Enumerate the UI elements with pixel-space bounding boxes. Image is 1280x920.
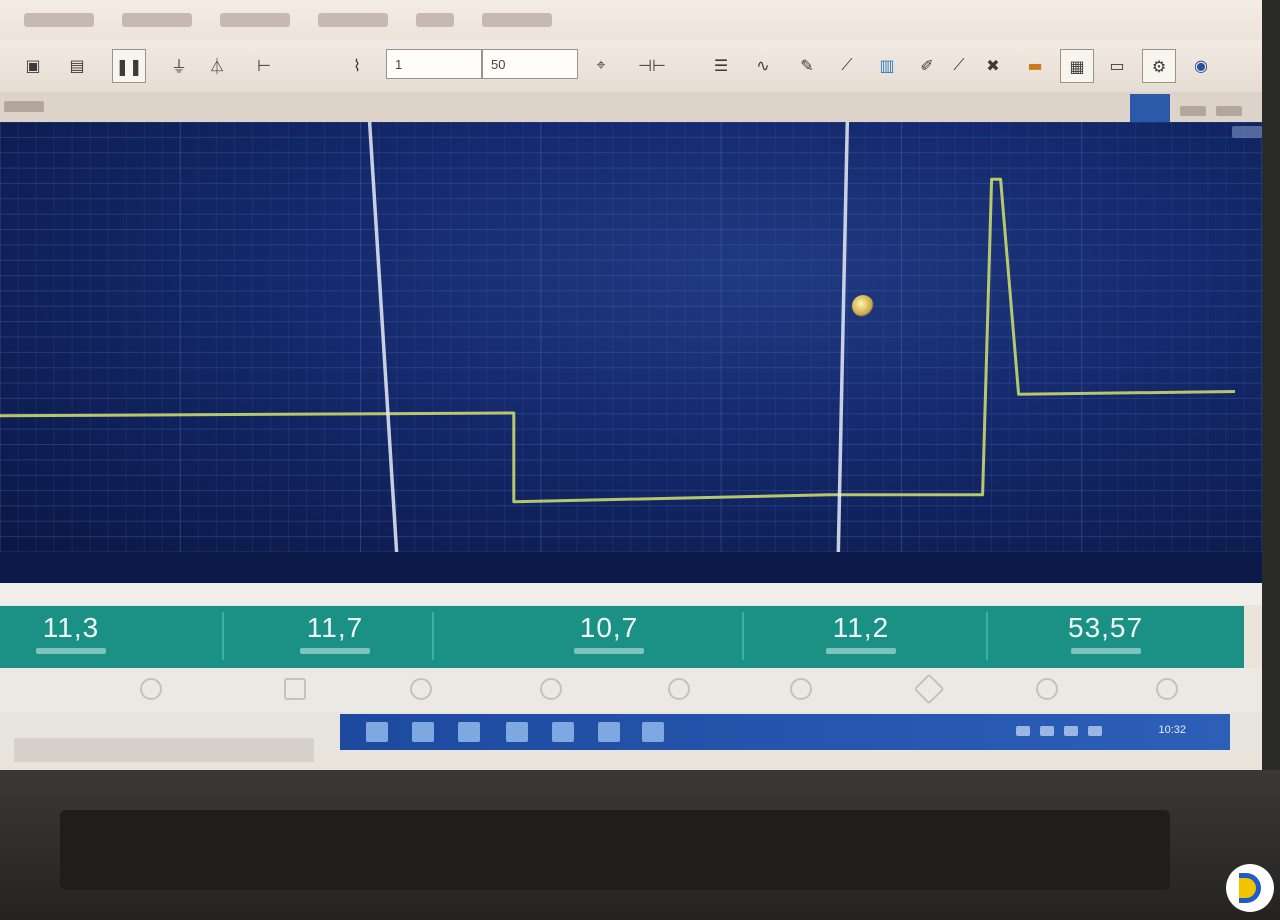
layout-icon[interactable]: ▦ xyxy=(1060,49,1094,83)
readout-4-value: 11,2 xyxy=(832,612,890,643)
marker-icon[interactable]: ⟋ xyxy=(946,52,972,78)
diamond-icon[interactable] xyxy=(913,673,945,705)
readout-5: 53,57 xyxy=(1068,612,1143,654)
info-icon[interactable] xyxy=(1156,678,1178,700)
menu-item-file[interactable] xyxy=(24,13,94,27)
readout-divider xyxy=(222,612,224,660)
edit-icon[interactable]: ✐ xyxy=(914,52,940,78)
color-icon[interactable]: ▬ xyxy=(1022,52,1048,78)
media-icon[interactable] xyxy=(642,722,664,742)
camera-icon[interactable] xyxy=(410,678,432,700)
save-as-icon[interactable]: ▤ xyxy=(64,52,90,78)
pause-button[interactable]: ❚❚ xyxy=(112,49,146,83)
display-icon[interactable]: ▭ xyxy=(1104,52,1130,78)
measurement-panel: 11,3 11,7 10,7 11,2 53,57 xyxy=(0,576,1262,674)
readout-3-value: 10,7 xyxy=(579,612,639,643)
laptop-keyboard-edge xyxy=(60,810,1170,890)
readout-3: 10,7 xyxy=(574,612,644,654)
oscilloscope-plot[interactable] xyxy=(0,122,1262,552)
cursor-icon[interactable]: ⌖ xyxy=(588,52,614,78)
history-icon[interactable] xyxy=(140,678,162,700)
status-label xyxy=(4,101,44,112)
menu-item-settings[interactable] xyxy=(220,13,290,27)
readout-4: 11,2 xyxy=(826,612,896,654)
menu-item-help[interactable] xyxy=(482,13,552,27)
list-icon[interactable]: ☰ xyxy=(708,52,734,78)
tray-network-icon[interactable] xyxy=(1016,726,1030,736)
readout-1: 11,3 xyxy=(36,612,106,654)
readout-5-caption xyxy=(1070,648,1141,654)
readout-divider xyxy=(742,612,744,660)
chart-small-icon[interactable] xyxy=(790,678,812,700)
readout-1-caption xyxy=(36,648,106,654)
person-icon[interactable] xyxy=(540,678,562,700)
taskbar-clock[interactable]: 10:32 xyxy=(1158,724,1186,736)
ruler-icon[interactable]: ⟋ xyxy=(834,52,860,78)
bell-icon[interactable] xyxy=(668,678,690,700)
mouse-pointer-icon xyxy=(852,295,874,317)
watermark-logo xyxy=(1226,864,1274,912)
taskbar-bar: 10:32 xyxy=(340,714,1230,750)
menu-item-view[interactable] xyxy=(416,13,454,27)
delete-icon[interactable]: ✖ xyxy=(980,52,1006,78)
folder-taskbar-icon[interactable] xyxy=(506,722,528,742)
tray-language-icon[interactable] xyxy=(1088,726,1102,736)
plot-corner-tab xyxy=(1232,126,1262,138)
readout-divider xyxy=(432,612,434,660)
pen-icon[interactable]: ✎ xyxy=(794,52,820,78)
menu-item-charts[interactable] xyxy=(318,13,388,27)
readout-1-value: 11,3 xyxy=(42,612,100,643)
status-strip xyxy=(0,92,1262,123)
signal-trace xyxy=(0,177,1236,504)
trigger-icon[interactable]: ⌇ xyxy=(344,52,370,78)
settings-icon[interactable]: ⚙ xyxy=(1142,49,1176,83)
folder-icon[interactable] xyxy=(284,678,306,700)
readout-divider xyxy=(986,612,988,660)
minimize-control[interactable] xyxy=(1180,106,1206,116)
timebase-control[interactable]: ⊢ xyxy=(244,52,284,78)
wrench-icon[interactable] xyxy=(1036,678,1058,700)
oscilloscope-app-window: ▣ ▤ ❚❚ ⏚ ⏃ ⊢ ⌇ ⌖ ⊣⊢ ☰ ∿ ✎ ⟋ ▥ ✐ ⟋ ✖ ▬ ▦ … xyxy=(0,0,1262,770)
readout-3-caption xyxy=(574,648,644,654)
close-control[interactable] xyxy=(1216,106,1242,116)
document-icon[interactable] xyxy=(552,722,574,742)
app-icon[interactable] xyxy=(412,722,434,742)
tray-battery-icon[interactable] xyxy=(1064,726,1078,736)
oscilloscope-app-icon[interactable] xyxy=(598,722,620,742)
wave-icon[interactable]: ∿ xyxy=(750,52,776,78)
menu-bar xyxy=(0,0,1262,40)
readout-5-value: 53,57 xyxy=(1068,612,1144,643)
save-icon[interactable]: ▣ xyxy=(20,52,46,78)
network-icon[interactable]: ⏃ xyxy=(204,52,230,78)
status-tab xyxy=(14,738,314,762)
explorer-icon[interactable] xyxy=(366,722,388,742)
waveform-chart[interactable] xyxy=(0,122,1262,552)
toolbar: ▣ ▤ ❚❚ ⏚ ⏃ ⊢ ⌇ ⌖ ⊣⊢ ☰ ∿ ✎ ⟋ ▥ ✐ ⟋ ✖ ▬ ▦ … xyxy=(0,40,1262,93)
readout-2: 11,7 xyxy=(300,612,370,654)
browser-icon[interactable] xyxy=(458,722,480,742)
channel-input[interactable] xyxy=(386,49,482,79)
probe-icon[interactable]: ⏚ xyxy=(166,52,192,78)
tool-strip xyxy=(0,668,1262,712)
measure-icon[interactable]: ⊣⊢ xyxy=(632,52,672,78)
readout-4-caption xyxy=(826,648,896,654)
window-controls xyxy=(1130,94,1242,122)
menu-item-mode[interactable] xyxy=(122,13,192,27)
samples-input[interactable] xyxy=(482,49,578,79)
chart-icon[interactable]: ▥ xyxy=(874,52,900,78)
tray-volume-icon[interactable] xyxy=(1040,726,1054,736)
readout-2-caption xyxy=(300,648,370,654)
readout-2-value: 11,7 xyxy=(306,612,364,643)
channel-badge[interactable] xyxy=(1130,94,1170,122)
globe-icon[interactable]: ◉ xyxy=(1188,52,1214,78)
